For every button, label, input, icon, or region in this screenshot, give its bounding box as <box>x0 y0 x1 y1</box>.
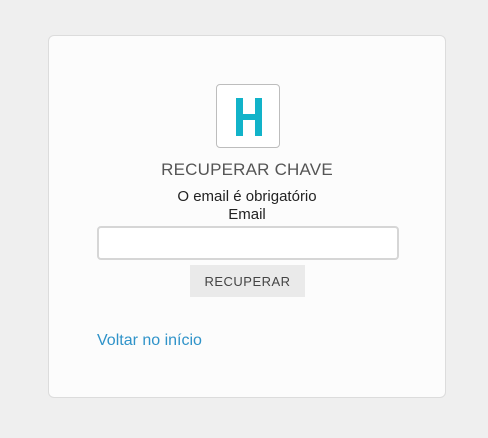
recover-key-card: RECUPERAR CHAVE O email é obrigatório Em… <box>48 35 446 398</box>
email-field[interactable] <box>97 226 399 260</box>
app-logo <box>216 84 280 148</box>
email-label: Email <box>228 206 266 223</box>
h-logo-icon <box>236 98 262 136</box>
recover-button[interactable]: RECUPERAR <box>190 265 305 297</box>
back-to-home-link[interactable]: Voltar no início <box>97 332 202 350</box>
validation-error-message: O email é obrigatório <box>177 188 317 205</box>
page-title: RECUPERAR CHAVE <box>161 160 333 179</box>
